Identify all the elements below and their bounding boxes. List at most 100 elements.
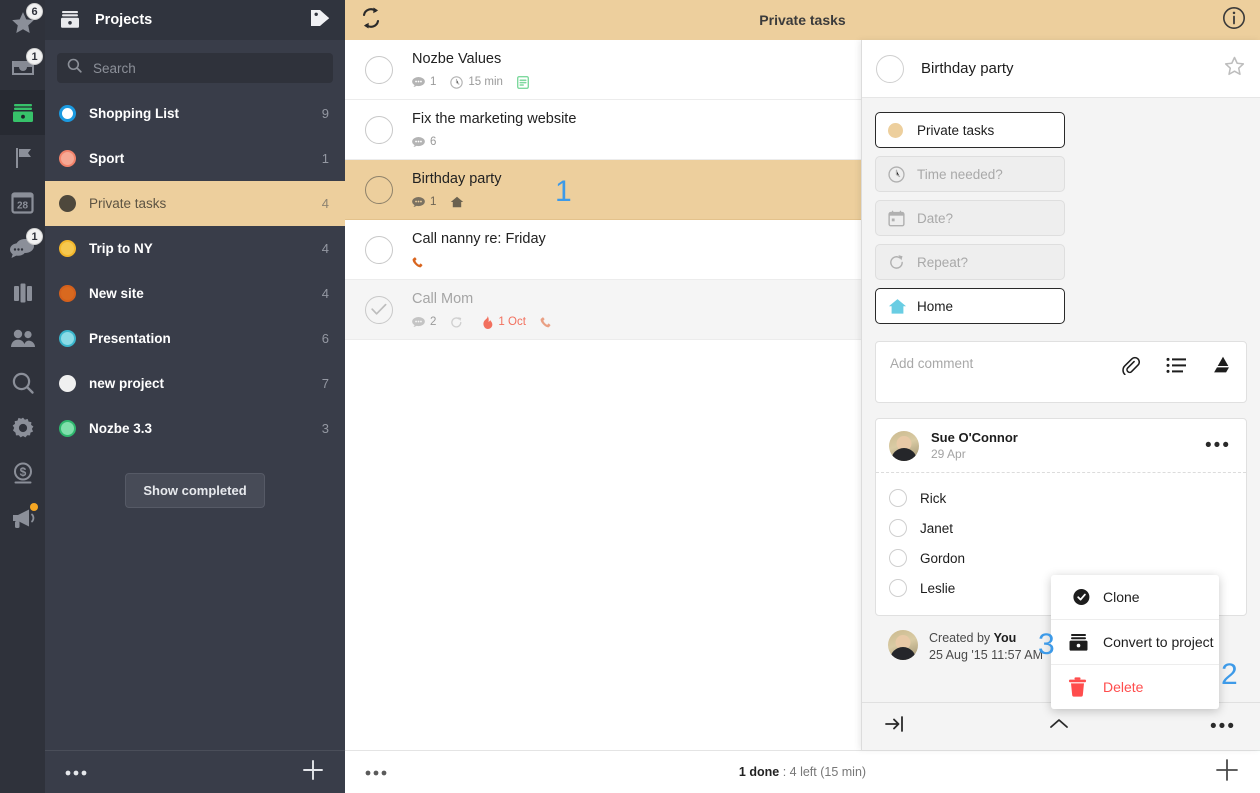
sidebar-show-completed-button[interactable]: Show completed bbox=[125, 473, 265, 508]
due-date: 1 Oct bbox=[482, 315, 526, 329]
checklist-item[interactable]: Gordon bbox=[876, 543, 1246, 573]
checklist-label: Janet bbox=[920, 520, 954, 536]
attribute-project[interactable]: Private tasks bbox=[875, 112, 1065, 148]
avatar bbox=[889, 431, 919, 461]
context-menu-item-delete[interactable]: Delete bbox=[1051, 665, 1219, 709]
sidebar-more-button[interactable] bbox=[65, 763, 87, 781]
rail-item-projects[interactable] bbox=[0, 90, 45, 135]
comment-more-button[interactable]: ••• bbox=[1205, 436, 1233, 455]
search-field[interactable] bbox=[57, 53, 333, 83]
checklist-icon[interactable] bbox=[1166, 357, 1186, 379]
checklist-item[interactable]: Janet bbox=[876, 513, 1246, 543]
sidebar-footer bbox=[45, 750, 345, 793]
project-count: 4 bbox=[321, 196, 329, 211]
context-menu-item-convert-to-project[interactable]: Convert to project bbox=[1051, 620, 1219, 665]
attribute-time-needed[interactable]: Time needed? bbox=[875, 156, 1065, 192]
project-count: 9 bbox=[321, 106, 329, 121]
context-menu-label: Delete bbox=[1103, 679, 1144, 695]
sidebar-item-new-project[interactable]: new project 7 bbox=[45, 361, 345, 406]
detail-header: Birthday party bbox=[862, 40, 1260, 98]
checklist-item[interactable]: Rick bbox=[876, 483, 1246, 513]
google-drive-icon[interactable] bbox=[1212, 356, 1234, 380]
project-name: Presentation bbox=[89, 331, 171, 346]
checklist-checkbox-icon[interactable] bbox=[889, 489, 907, 507]
convert-project-icon bbox=[1068, 633, 1090, 652]
rail-item-settings[interactable] bbox=[0, 405, 45, 450]
task-checkbox-icon[interactable] bbox=[365, 55, 393, 84]
project-name: New site bbox=[89, 286, 144, 301]
tasks-more-button[interactable] bbox=[365, 763, 387, 781]
rail-item-star[interactable]: 6 bbox=[0, 0, 45, 45]
avatar bbox=[888, 630, 918, 660]
task-body: Nozbe Values 1 15 min bbox=[412, 50, 548, 90]
chevron-up-icon[interactable] bbox=[1048, 717, 1070, 736]
trash-icon bbox=[1068, 677, 1090, 697]
sidebar-add-project-button[interactable] bbox=[301, 758, 325, 787]
checklist-checkbox-icon[interactable] bbox=[889, 579, 907, 597]
status-text: 1 done : 4 left (15 min) bbox=[345, 765, 1260, 779]
rail-item-billing[interactable]: $ bbox=[0, 450, 45, 495]
add-task-button[interactable] bbox=[1214, 757, 1240, 788]
note-icon bbox=[516, 75, 529, 89]
star-outline-icon[interactable] bbox=[1223, 55, 1246, 83]
tag-icon[interactable] bbox=[309, 8, 331, 33]
info-icon[interactable] bbox=[1222, 6, 1246, 35]
sidebar-item-shopping-list[interactable]: Shopping List 9 bbox=[45, 91, 345, 136]
rail-item-inbox[interactable]: 1 bbox=[0, 45, 45, 90]
sidebar-header: Projects bbox=[45, 0, 345, 40]
project-name: Shopping List bbox=[89, 106, 179, 121]
detail-footer: ••• bbox=[862, 702, 1260, 750]
indent-icon[interactable] bbox=[884, 714, 908, 739]
rail-item-team[interactable] bbox=[0, 315, 45, 360]
checklist-checkbox-icon[interactable] bbox=[889, 549, 907, 567]
checklist-checkbox-icon[interactable] bbox=[889, 519, 907, 537]
detail-task-checkbox-icon[interactable] bbox=[876, 54, 904, 83]
project-count: 4 bbox=[321, 286, 329, 301]
rail-item-comments[interactable]: 1 bbox=[0, 225, 45, 270]
annotation-3: 3 bbox=[1038, 628, 1055, 661]
rail-item-briefcase[interactable] bbox=[0, 270, 45, 315]
announcement-dot-icon bbox=[30, 503, 38, 511]
comment-author: Sue O'Connor bbox=[931, 430, 1018, 445]
rail-item-flag[interactable] bbox=[0, 135, 45, 180]
add-comment-box[interactable]: Add comment bbox=[875, 341, 1247, 403]
repeat-indicator bbox=[450, 316, 468, 329]
annotation-2: 2 bbox=[1221, 658, 1238, 691]
project-count: 3 bbox=[321, 421, 329, 436]
task-checkbox-icon[interactable] bbox=[365, 175, 393, 204]
detail-task-title[interactable]: Birthday party bbox=[921, 60, 1223, 77]
sidebar-item-trip-to-ny[interactable]: Trip to NY 4 bbox=[45, 226, 345, 271]
sidebar-item-sport[interactable]: Sport 1 bbox=[45, 136, 345, 181]
sidebar-item-presentation[interactable]: Presentation 6 bbox=[45, 316, 345, 361]
rail-item-search[interactable] bbox=[0, 360, 45, 405]
search-input[interactable] bbox=[91, 59, 323, 77]
comment-tools bbox=[1120, 354, 1234, 380]
comment-icon bbox=[412, 197, 425, 207]
sidebar-item-private-tasks[interactable]: Private tasks 4 bbox=[45, 181, 345, 226]
sidebar-item-new-site[interactable]: New site 4 bbox=[45, 271, 345, 316]
task-checkbox-checked-icon[interactable] bbox=[365, 295, 393, 324]
clone-icon bbox=[1068, 588, 1090, 606]
rail-item-calendar[interactable]: 28 bbox=[0, 180, 45, 225]
sync-icon[interactable] bbox=[359, 6, 383, 35]
rail-badge-inbox: 1 bbox=[26, 48, 43, 65]
project-name: Trip to NY bbox=[89, 241, 153, 256]
attribute-context-home[interactable]: Home bbox=[875, 288, 1065, 324]
attribute-label: Date? bbox=[917, 210, 954, 226]
detail-more-button[interactable]: ••• bbox=[1210, 717, 1238, 736]
context-menu-item-clone[interactable]: Clone bbox=[1051, 575, 1219, 620]
annotation-1: 1 bbox=[555, 175, 572, 208]
sidebar-item-nozbe-33[interactable]: Nozbe 3.3 3 bbox=[45, 406, 345, 451]
task-attributes: Private tasks Time needed? Date? Repeat?… bbox=[875, 112, 1247, 324]
attach-icon[interactable] bbox=[1120, 355, 1141, 380]
task-checkbox-icon[interactable] bbox=[365, 235, 393, 264]
checklist-label: Leslie bbox=[920, 580, 956, 596]
checklist-label: Rick bbox=[920, 490, 947, 506]
attribute-date[interactable]: Date? bbox=[875, 200, 1065, 236]
project-name: new project bbox=[89, 376, 165, 391]
repeat-icon bbox=[451, 316, 462, 328]
task-meta: 1 15 min bbox=[412, 75, 548, 90]
rail-item-announcements[interactable] bbox=[0, 495, 45, 540]
attribute-repeat[interactable]: Repeat? bbox=[875, 244, 1065, 280]
task-checkbox-icon[interactable] bbox=[365, 115, 393, 144]
